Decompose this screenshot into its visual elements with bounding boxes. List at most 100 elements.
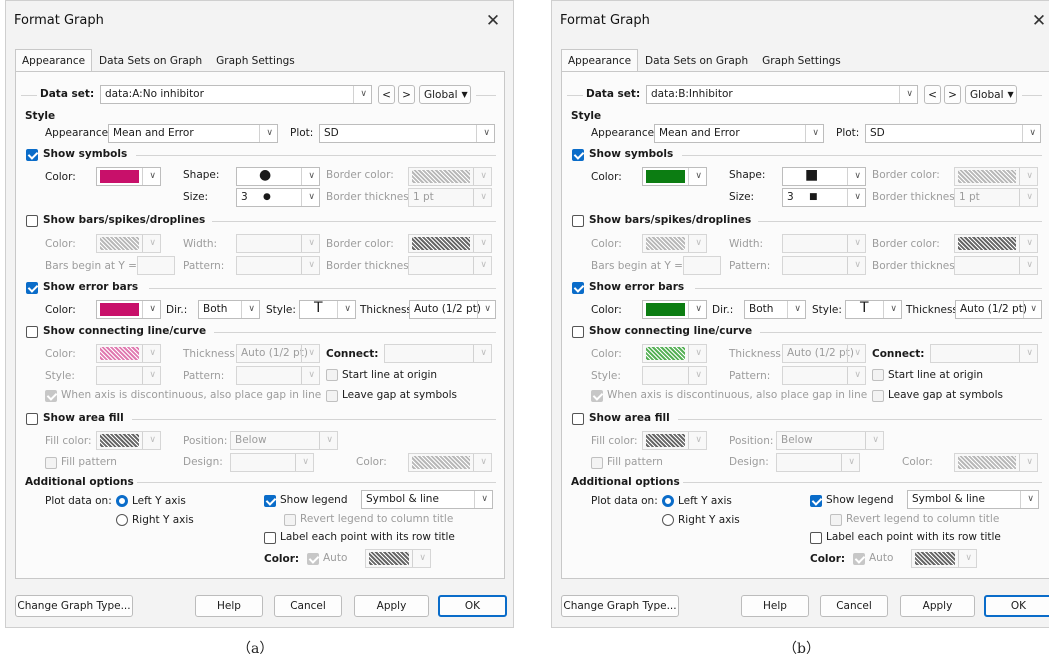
error-thickness-select[interactable]: Auto (1/2 pt) ∨ — [409, 300, 496, 319]
border-thickness-label: Border thickness: — [326, 191, 418, 203]
size-select[interactable]: 3 ■ ∨ — [782, 188, 866, 207]
label-each-point-checkbox[interactable] — [264, 532, 276, 544]
combo-separator — [1022, 125, 1023, 142]
plot-select[interactable]: SD ∨ — [319, 124, 495, 143]
symbol-color-select-swatch — [100, 170, 139, 183]
tab-data-sets[interactable]: Data Sets on Graph — [92, 49, 209, 72]
combo-separator — [142, 345, 143, 362]
label-each-point-checkbox[interactable] — [810, 532, 822, 544]
error-color-select[interactable]: ∨ — [96, 300, 161, 319]
dir-select[interactable]: Both ∨ — [198, 300, 260, 319]
show-bars-checkbox[interactable] — [572, 215, 584, 227]
global-button[interactable]: Global ▼ — [419, 85, 471, 104]
border-color-select-swatch — [412, 170, 470, 183]
help-button[interactable]: Help — [195, 595, 263, 617]
cancel-button[interactable]: Cancel — [820, 595, 888, 617]
shape-label: Shape: — [183, 169, 220, 181]
chevron-down-icon: ∨ — [308, 171, 315, 181]
tab-graph-settings[interactable]: Graph Settings — [755, 49, 848, 72]
leave-gap-checkbox[interactable] — [872, 390, 884, 402]
show-connecting-line-checkbox[interactable] — [572, 326, 584, 338]
data-set-select[interactable]: data:A:No inhibitor ∨ — [100, 85, 372, 104]
revert-legend-checkbox[interactable] — [830, 514, 842, 526]
prev-data-set-button[interactable]: < — [924, 85, 941, 104]
left-y-axis-radio[interactable] — [116, 495, 128, 507]
apply-button[interactable]: Apply — [900, 595, 975, 617]
close-icon[interactable]: ✕ — [477, 7, 509, 35]
right-y-axis-radio[interactable] — [116, 514, 128, 526]
symbol-color-select[interactable]: ∨ — [96, 167, 161, 186]
auto-color-checkbox[interactable] — [853, 553, 865, 565]
fill-pattern-checkbox[interactable] — [45, 457, 57, 469]
chevron-down-icon: ∨ — [480, 171, 487, 181]
show-area-fill-label: Show area fill — [589, 412, 670, 424]
data-set-select[interactable]: data:B:Inhibitor ∨ — [646, 85, 918, 104]
bars-begin-input[interactable] — [683, 256, 721, 275]
dir-select[interactable]: Both ∨ — [744, 300, 806, 319]
fill-pattern-checkbox[interactable] — [591, 457, 603, 469]
separator-line — [476, 95, 496, 96]
show-legend-checkbox[interactable] — [810, 495, 822, 507]
revert-legend-label: Revert legend to column title — [300, 513, 454, 525]
apply-button[interactable]: Apply — [354, 595, 429, 617]
tab-data-sets[interactable]: Data Sets on Graph — [638, 49, 755, 72]
plot-select[interactable]: SD ∨ — [865, 124, 1041, 143]
border-color-select-swatch — [958, 170, 1016, 183]
discontinuous-gap-checkbox[interactable] — [45, 390, 57, 402]
tab-appearance[interactable]: Appearance — [561, 49, 639, 72]
show-area-fill-checkbox[interactable] — [572, 413, 584, 425]
show-symbols-checkbox[interactable] — [572, 149, 584, 161]
start-line-origin-checkbox[interactable] — [872, 369, 884, 381]
leave-gap-checkbox[interactable] — [326, 390, 338, 402]
shape-select[interactable]: ● ∨ — [236, 167, 320, 186]
plot-data-on-label: Plot data on: — [45, 495, 112, 507]
combo-separator — [688, 345, 689, 362]
ok-button[interactable]: OK — [984, 595, 1049, 617]
show-area-fill-checkbox[interactable] — [26, 413, 38, 425]
error-style-select[interactable]: T ∨ — [299, 300, 356, 319]
change-graph-type-button[interactable]: Change Graph Type... — [15, 595, 133, 617]
legend-style-select[interactable]: Symbol & line ∨ — [361, 490, 493, 509]
next-data-set-button[interactable]: > — [944, 85, 961, 104]
error-color-select[interactable]: ∨ — [642, 300, 707, 319]
ok-button[interactable]: OK — [438, 595, 507, 617]
chevron-down-icon: ∨ — [854, 238, 861, 248]
cancel-button[interactable]: Cancel — [274, 595, 342, 617]
show-connecting-line-checkbox[interactable] — [26, 326, 38, 338]
position-select: Below ∨ — [776, 431, 884, 450]
appearance-select[interactable]: Mean and Error ∨ — [108, 124, 278, 143]
size-select[interactable]: 3 ● ∨ — [236, 188, 320, 207]
combo-separator — [847, 235, 848, 252]
show-error-bars-checkbox[interactable] — [572, 282, 584, 294]
help-button[interactable]: Help — [741, 595, 809, 617]
combo-separator — [301, 367, 302, 384]
error-style-select[interactable]: T ∨ — [845, 300, 902, 319]
auto-color-checkbox[interactable] — [307, 553, 319, 565]
error-thickness-select[interactable]: Auto (1/2 pt) ∨ — [955, 300, 1042, 319]
next-data-set-button[interactable]: > — [398, 85, 415, 104]
prev-data-set-button[interactable]: < — [378, 85, 395, 104]
bars-begin-input[interactable] — [137, 256, 175, 275]
global-button[interactable]: Global ▼ — [965, 85, 1017, 104]
show-legend-checkbox[interactable] — [264, 495, 276, 507]
revert-legend-checkbox[interactable] — [284, 514, 296, 526]
start-line-origin-checkbox[interactable] — [326, 369, 338, 381]
show-symbols-checkbox[interactable] — [26, 149, 38, 161]
discontinuous-gap-checkbox[interactable] — [591, 390, 603, 402]
legend-style-select[interactable]: Symbol & line ∨ — [907, 490, 1039, 509]
change-graph-type-button[interactable]: Change Graph Type... — [561, 595, 679, 617]
line-pattern-select: ∨ — [782, 366, 866, 385]
close-icon[interactable]: ✕ — [1023, 7, 1049, 35]
combo-separator — [142, 301, 143, 318]
show-error-bars-checkbox[interactable] — [26, 282, 38, 294]
tab-appearance[interactable]: Appearance — [15, 49, 93, 72]
appearance-select[interactable]: Mean and Error ∨ — [654, 124, 824, 143]
shape-select[interactable]: ■ ∨ — [782, 167, 866, 186]
tab-graph-settings[interactable]: Graph Settings — [209, 49, 302, 72]
format-graph-dialog: Format Graph ✕ Appearance Data Sets on Grap… — [551, 0, 1049, 628]
left-y-axis-radio[interactable] — [662, 495, 674, 507]
show-bars-label: Show bars/spikes/droplines — [589, 214, 752, 226]
show-bars-checkbox[interactable] — [26, 215, 38, 227]
right-y-axis-radio[interactable] — [662, 514, 674, 526]
symbol-color-select[interactable]: ∨ — [642, 167, 707, 186]
